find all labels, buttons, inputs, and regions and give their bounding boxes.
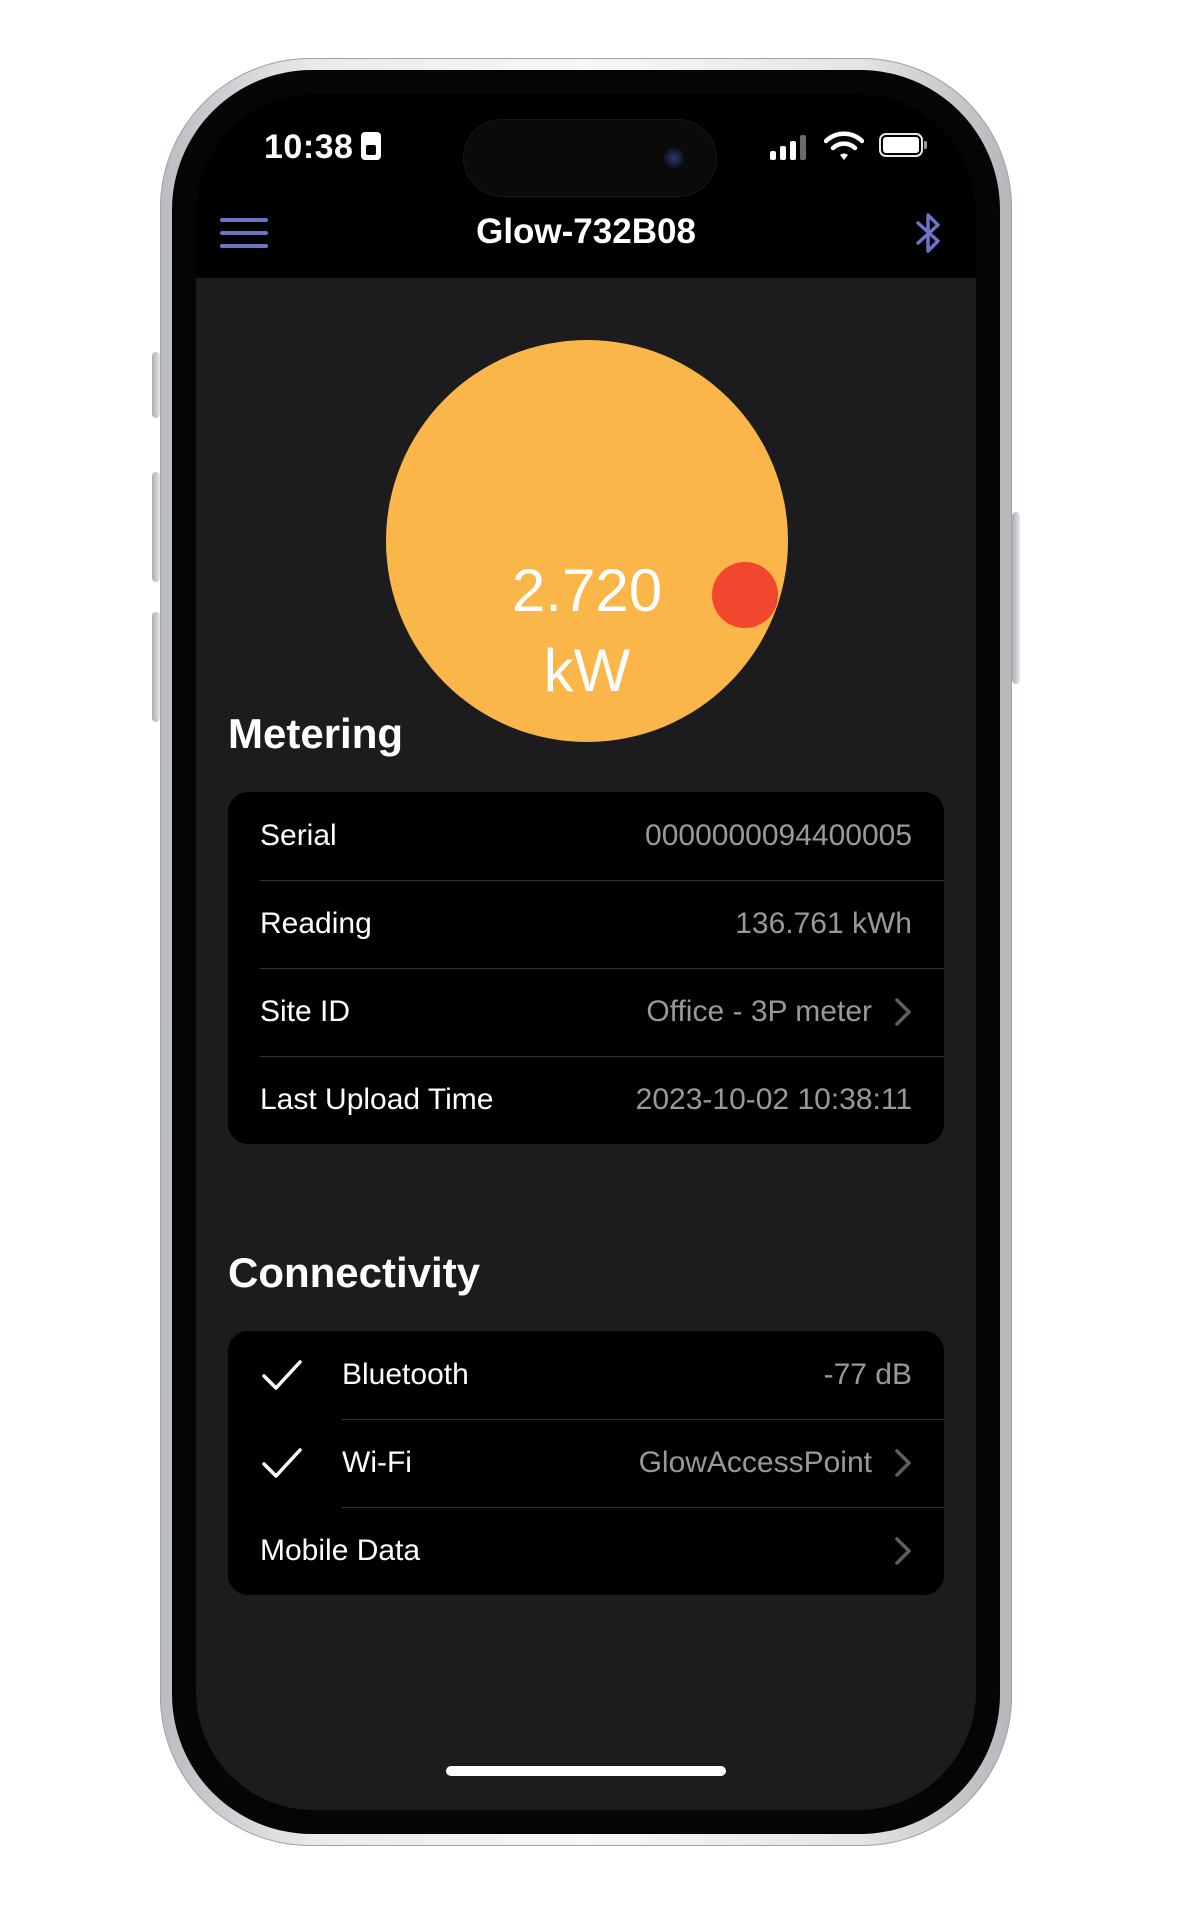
wifi-row[interactable]: Wi-Fi GlowAccessPoint — [228, 1419, 944, 1507]
last-upload-row: Last Upload Time 2023-10-02 10:38:11 — [228, 1056, 944, 1144]
chevron-right-icon — [895, 998, 911, 1026]
top-bar: 10:38 Glow-732B08 — [196, 94, 976, 278]
site-id-value: Office - 3P meter — [646, 995, 872, 1028]
bluetooth-label: Bluetooth — [342, 1358, 469, 1391]
wifi-network-value: GlowAccessPoint — [638, 1446, 872, 1479]
connectivity-card: Bluetooth -77 dB Wi-Fi GlowAccessPoint M… — [228, 1331, 944, 1595]
action-button — [152, 352, 160, 418]
metering-section-title: Metering — [228, 710, 404, 757]
volume-up-button — [152, 472, 160, 582]
last-upload-label: Last Upload Time — [260, 1083, 494, 1116]
camera-icon — [664, 148, 684, 168]
bluetooth-signal-value: -77 dB — [823, 1358, 912, 1391]
battery-icon — [879, 133, 927, 157]
serial-value: 0000000094400005 — [645, 819, 912, 852]
checkmark-icon — [262, 1360, 302, 1390]
chevron-right-icon — [895, 1449, 911, 1477]
connectivity-section-title: Connectivity — [228, 1249, 481, 1296]
home-indicator[interactable] — [446, 1766, 726, 1776]
site-id-label: Site ID — [260, 995, 351, 1028]
power-value: 2.720 — [511, 557, 663, 624]
sim-card-icon — [361, 132, 381, 160]
volume-down-button — [152, 612, 160, 722]
status-time: 10:38 — [264, 128, 354, 166]
power-unit: kW — [543, 637, 631, 704]
bluetooth-row: Bluetooth -77 dB — [228, 1331, 944, 1419]
serial-label: Serial — [260, 819, 337, 852]
serial-row: Serial 0000000094400005 — [228, 792, 944, 880]
reading-value: 136.761 kWh — [735, 907, 912, 940]
mobile-data-label: Mobile Data — [260, 1534, 421, 1567]
metering-card: Serial 0000000094400005 Reading 136.761 … — [228, 792, 944, 1144]
checkmark-icon — [262, 1448, 302, 1478]
mobile-data-row[interactable]: Mobile Data — [228, 1507, 944, 1595]
device-mockup: 10:38 Glow-732B08 2.720 kW Metering Seri… — [0, 0, 1196, 1908]
last-upload-value: 2023-10-02 10:38:11 — [635, 1083, 912, 1116]
cellular-signal-icon — [770, 134, 810, 160]
dynamic-island — [464, 120, 716, 196]
reading-label: Reading — [260, 907, 372, 940]
chevron-right-icon — [895, 1537, 911, 1565]
device-title: Glow-732B08 — [476, 212, 696, 251]
wifi-icon — [824, 131, 864, 160]
wifi-label: Wi-Fi — [342, 1446, 412, 1479]
bluetooth-icon[interactable] — [914, 210, 944, 256]
site-id-row[interactable]: Site ID Office - 3P meter — [228, 968, 944, 1056]
reading-row: Reading 136.761 kWh — [228, 880, 944, 968]
power-button — [1012, 512, 1020, 684]
app-screen: 10:38 Glow-732B08 2.720 kW Metering Seri… — [196, 94, 976, 1810]
